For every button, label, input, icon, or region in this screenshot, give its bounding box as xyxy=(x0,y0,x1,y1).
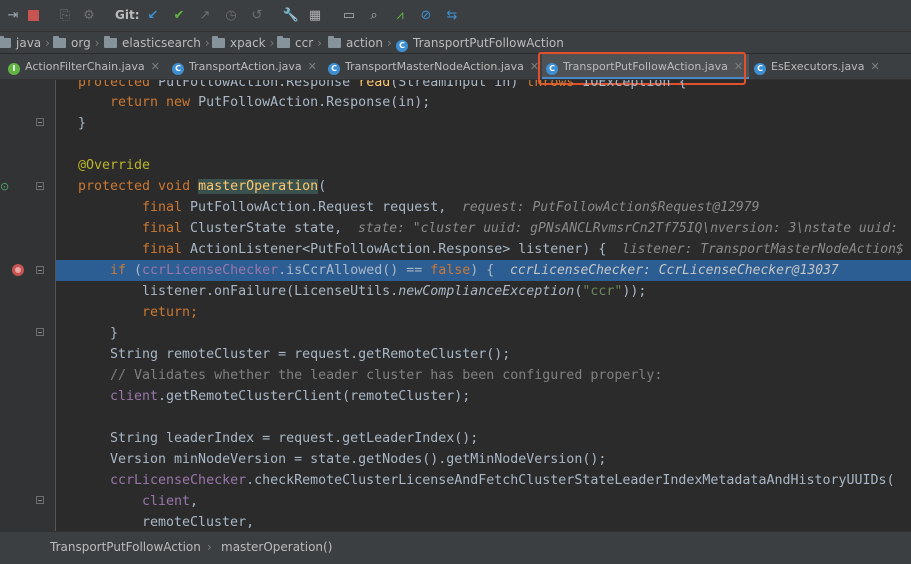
code-line: Version minNodeVersion = state.getNodes(… xyxy=(110,452,607,467)
structure-breadcrumb: TransportPutFollowAction › masterOperati… xyxy=(0,531,911,564)
git-commit-icon[interactable]: ✔ xyxy=(170,6,188,24)
fold-icon[interactable] xyxy=(36,266,44,274)
nav-method-name[interactable]: masterOperation() xyxy=(221,540,332,554)
debug-value-hint: ccrLicenseChecker: CcrLicenseChecker@130… xyxy=(510,263,839,278)
code-line: } xyxy=(110,326,119,341)
wrench-icon[interactable]: 🔧 xyxy=(282,6,300,24)
code-line: String remoteCluster = request.getRemote… xyxy=(110,347,511,362)
override-icon[interactable]: ⊙ xyxy=(0,181,10,192)
code-line: listener.onFailure(LicenseUtils.newCompl… xyxy=(142,284,647,299)
code-editor[interactable]: protected PutFollowAction.Response read(… xyxy=(56,80,911,531)
fold-icon[interactable] xyxy=(36,182,44,190)
folder-icon xyxy=(0,36,11,48)
step-icon[interactable]: ⇥ xyxy=(4,6,22,24)
breadcrumb-item-ccr[interactable]: ccr › xyxy=(277,35,322,51)
sync-icon[interactable]: ⇆ xyxy=(443,6,461,24)
activity-icon[interactable]: ⩘ xyxy=(391,6,409,24)
tab-es-executors[interactable]: C EsExecutors.java ✕ xyxy=(754,54,880,79)
main-toolbar: ⇥ ⎘ ⚙ Git: ↙ ✔ ↗ ◷ ↺ 🔧 ▦ ▭ ⌕ ⩘ ⊘ ⇆ xyxy=(0,0,911,32)
code-line: return new PutFollowAction.Response(in); xyxy=(110,95,431,110)
folder-icon xyxy=(328,36,341,48)
editor-tabs: I ActionFilterChain.java ✕ C TransportActio… xyxy=(0,54,911,80)
fold-icon[interactable] xyxy=(36,496,44,504)
project-structure-icon[interactable]: ▦ xyxy=(306,6,324,24)
code-line: } xyxy=(78,116,87,131)
folder-icon xyxy=(53,36,66,48)
git-push-icon[interactable]: ↗ xyxy=(196,6,214,24)
git-label: Git: xyxy=(115,8,140,22)
class-icon: C xyxy=(328,63,340,75)
tab-action-filter-chain[interactable]: I ActionFilterChain.java ✕ xyxy=(8,54,160,79)
code-line: final ClusterState state, state: "cluster… xyxy=(56,218,911,239)
fold-icon[interactable] xyxy=(36,328,44,336)
editor-gutter: ⊙ xyxy=(0,80,56,531)
code-line: ccrLicenseChecker.checkRemoteClusterLice… xyxy=(110,473,895,488)
close-icon[interactable]: ✕ xyxy=(308,60,317,73)
code-line: // Validates whether the leader cluster … xyxy=(110,368,663,383)
breadcrumb-item-java[interactable]: java › xyxy=(0,35,50,51)
history-icon[interactable]: ◷ xyxy=(222,6,240,24)
folder-icon xyxy=(212,36,225,48)
tab-transport-master-node-action[interactable]: C TransportMasterNodeAction.java ✕ xyxy=(328,54,539,79)
nav-separator: › xyxy=(207,540,212,554)
tab-transport-action[interactable]: C TransportAction.java ✕ xyxy=(172,54,317,79)
fold-icon[interactable] xyxy=(36,118,44,126)
mute-breakpoints-icon[interactable]: ⎘ xyxy=(56,6,74,24)
code-line: client, xyxy=(142,494,199,509)
code-line: protected void masterOperation( xyxy=(78,179,327,194)
class-icon: C xyxy=(172,63,184,75)
no-icon[interactable]: ⊘ xyxy=(417,6,435,24)
debug-value-hint: listener: TransportMasterNodeAction$ xyxy=(622,242,904,257)
code-line: final ActionListener<PutFollowAction.Res… xyxy=(56,239,911,260)
close-icon[interactable]: ✕ xyxy=(870,60,879,73)
terminal-icon[interactable]: ▭ xyxy=(340,6,358,24)
code-line: final PutFollowAction.Request request, re… xyxy=(56,197,911,218)
breadcrumb-item-action[interactable]: action › xyxy=(328,35,392,51)
nav-class-name[interactable]: TransportPutFollowAction xyxy=(50,540,201,554)
debug-value-hint: state: "cluster uuid: gPNsANCLRvmsrCn2Tf… xyxy=(358,221,899,236)
folder-icon xyxy=(104,36,117,48)
folder-icon xyxy=(277,36,290,48)
breadcrumb-item-org[interactable]: org › xyxy=(53,35,100,51)
rollback-icon[interactable]: ↺ xyxy=(248,6,266,24)
code-line: remoteCluster, xyxy=(142,515,255,530)
code-line: client.getRemoteClusterClient(remoteClus… xyxy=(110,389,471,404)
interface-icon: I xyxy=(8,63,20,75)
breakpoint-icon[interactable] xyxy=(12,264,24,276)
code-line: return; xyxy=(142,305,199,320)
breadcrumb-item-class[interactable]: C TransportPutFollowAction xyxy=(396,35,564,52)
search-icon[interactable]: ⌕ xyxy=(365,6,383,24)
settings-icon[interactable]: ⚙ xyxy=(80,6,98,24)
breadcrumb: java › org › elasticsearch › xpack › ccr › ac… xyxy=(0,32,911,54)
debug-value-hint: request: PutFollowAction$Request@12979 xyxy=(462,200,760,215)
code-line: String leaderIndex = request.getLeaderIn… xyxy=(110,431,479,446)
class-icon: C xyxy=(396,40,408,52)
current-execution-line: if (ccrLicenseChecker.isCcrAllowed() == … xyxy=(56,260,911,281)
class-icon: C xyxy=(754,63,766,75)
close-icon[interactable]: ✕ xyxy=(151,60,160,73)
breadcrumb-item-xpack[interactable]: xpack › xyxy=(212,35,274,51)
git-update-icon[interactable]: ↙ xyxy=(144,6,162,24)
stop-icon[interactable] xyxy=(24,6,42,24)
breadcrumb-item-elasticsearch[interactable]: elasticsearch › xyxy=(104,35,210,51)
code-line: @Override xyxy=(78,158,151,173)
